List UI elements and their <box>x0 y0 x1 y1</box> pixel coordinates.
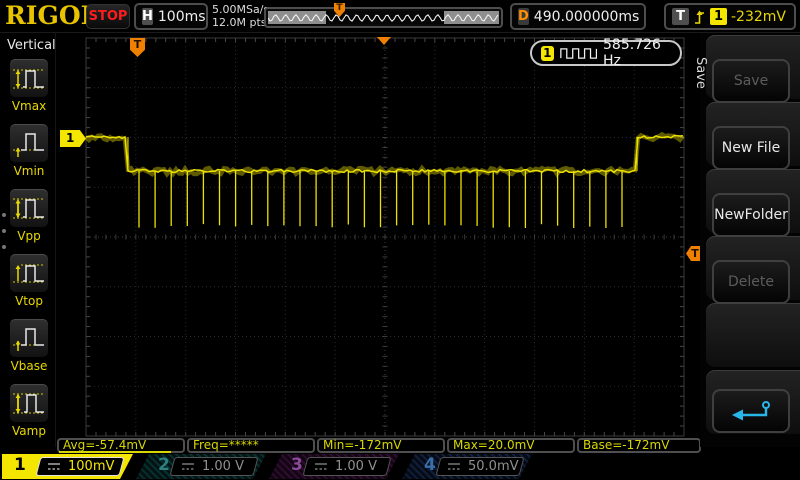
menu-item-vmax[interactable]: Vmax <box>9 58 49 113</box>
dc-coupling-icon <box>182 463 194 470</box>
horizontal-center-marker <box>377 37 391 45</box>
menu-page-dots <box>2 201 6 261</box>
channel-scale: 1.00 V <box>202 459 244 474</box>
acquisition-info: 5.00MSa/s 12.0M pts <box>212 3 269 29</box>
channel-scale: 100mV <box>68 459 115 474</box>
rigol-logo: RIGOL <box>5 1 99 30</box>
measurement-base: Base=-172mV <box>577 438 701 453</box>
vbase-icon <box>9 318 49 358</box>
new-folder-button[interactable]: NewFolder <box>712 193 790 237</box>
save-button[interactable]: Save <box>712 59 790 103</box>
channel-number: 3 <box>291 455 303 475</box>
memory-waveform-strip <box>268 11 499 24</box>
vpp-icon <box>9 188 49 228</box>
d-badge: D <box>518 8 529 25</box>
counter-channel-badge: 1 <box>541 45 554 61</box>
menu-tab-label: Save <box>693 57 708 89</box>
t-badge: T <box>672 8 689 25</box>
horizontal-timebase-box: H 100ms <box>134 3 208 30</box>
measurement-freq: Freq=***** <box>187 438 315 453</box>
return-arrow-icon <box>732 401 770 421</box>
menu-item-label: Vmax <box>11 99 47 113</box>
dc-coupling-icon <box>448 463 460 470</box>
vmax-icon <box>9 58 49 98</box>
sample-rate: 5.00MSa/s <box>212 3 270 16</box>
vmin-icon <box>9 123 49 163</box>
delete-button[interactable]: Delete <box>712 260 790 304</box>
channel-number: 2 <box>158 455 170 475</box>
waveform-display[interactable] <box>0 0 800 480</box>
channel-number: 1 <box>14 455 26 475</box>
channel-scale-box: 50.0mV <box>435 457 525 476</box>
status-bar: RIGOL STOP H 100ms 5.00MSa/s 12.0M pts T… <box>0 0 800 33</box>
channel-scale-box: 1.00 V <box>302 457 392 476</box>
menu-item-vamp[interactable]: Vamp <box>9 383 49 438</box>
menu-item-vbase[interactable]: Vbase <box>9 318 49 373</box>
menu-item-label: Vbase <box>10 359 48 373</box>
channel3-tab[interactable]: 3 1.00 V <box>269 454 399 479</box>
dc-coupling-icon <box>315 463 327 470</box>
menu-item-vmin[interactable]: Vmin <box>9 123 49 178</box>
memory-position-bar[interactable]: T <box>264 3 503 28</box>
delay-value: 490.000000ms <box>533 8 640 25</box>
softkey-slot <box>706 303 800 367</box>
channel-scale: 1.00 V <box>335 459 377 474</box>
channel-scale-box: 1.00 V <box>169 457 259 476</box>
h-badge: H <box>142 8 153 25</box>
softkey-menu-panel: Save New File NewFolder Delete <box>700 33 800 447</box>
menu-item-vpp[interactable]: Vpp <box>9 188 49 243</box>
run-state-indicator: STOP <box>86 4 130 29</box>
vertical-measure-menu: Vertical Vmax Vmin Vpp Vtop Vbase Vamp <box>0 33 56 447</box>
measurement-max: Max=20.0mV <box>447 438 575 453</box>
menu-item-label: Vmin <box>13 164 45 178</box>
channel-number: 4 <box>424 455 436 475</box>
frequency-counter: 1 585.726 Hz <box>530 37 682 69</box>
menu-title: Vertical <box>7 38 56 53</box>
frequency-value: 585.726 Hz <box>603 37 661 69</box>
measurement-highlight <box>59 451 171 453</box>
menu-item-label: Vtop <box>15 294 43 308</box>
dc-coupling-icon <box>48 463 60 470</box>
memory-waveform-icon <box>268 13 499 23</box>
new-file-button[interactable]: New File <box>712 126 790 170</box>
menu-item-label: Vamp <box>12 424 46 438</box>
timebase-value: 100ms <box>157 8 206 25</box>
channel1-tab[interactable]: 1 100mV <box>2 454 133 479</box>
delay-box: D 490.000000ms <box>510 3 646 30</box>
menu-item-label: Vpp <box>17 229 41 243</box>
oscilloscope-screen: RIGOL STOP H 100ms 5.00MSa/s 12.0M pts T… <box>0 0 800 480</box>
channel4-tab[interactable]: 4 50.0mV <box>402 454 532 479</box>
trigger-box: T 1 -232mV <box>664 3 796 30</box>
channel-scale: 50.0mV <box>468 459 519 474</box>
channel-status-bar: 1 100mV 2 1.00 V 3 1.00 V 4 50.0mV <box>0 454 800 480</box>
rising-edge-icon <box>695 10 704 24</box>
vamp-icon <box>9 383 49 423</box>
menu-item-vtop[interactable]: Vtop <box>9 253 49 308</box>
trigger-source-badge: 1 <box>710 8 727 25</box>
memory-depth: 12.0M pts <box>212 16 267 29</box>
channel-scale-box: 100mV <box>35 457 125 476</box>
back-button[interactable] <box>712 389 790 433</box>
channel2-tab[interactable]: 2 1.00 V <box>136 454 266 479</box>
square-wave-icon <box>559 47 597 59</box>
measurement-min: Min=-172mV <box>317 438 445 453</box>
trigger-level-value: -232mV <box>731 8 786 25</box>
vtop-icon <box>9 253 49 293</box>
